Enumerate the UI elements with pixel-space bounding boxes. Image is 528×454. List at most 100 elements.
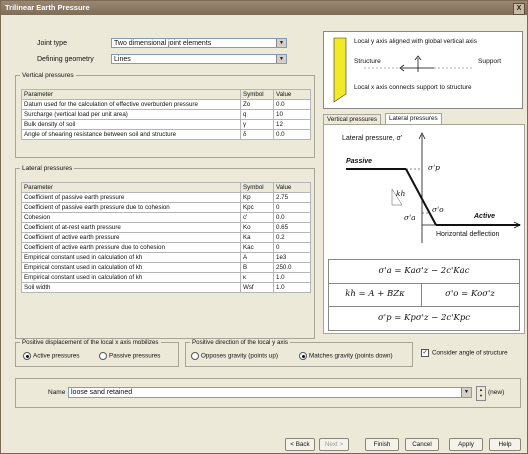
defining-geometry-label: Defining geometry [37, 56, 94, 63]
title-bar[interactable]: Trilinear Earth Pressure X [1, 1, 527, 15]
table-row[interactable]: Coefficient of at-rest earth pressure Ko 0… [21, 222, 311, 233]
value-cell[interactable]: 2.75 [273, 192, 311, 203]
radio-unselected-icon[interactable] [191, 352, 199, 360]
matches-gravity-label: Matches gravity (points down) [309, 352, 393, 360]
vertical-pressures-legend: Vertical pressures [22, 72, 74, 79]
axis-diagram: Local y axis aligned with global vertica… [323, 31, 523, 109]
param-cell: Soil width [21, 282, 241, 293]
param-cell: Empirical constant used in calculation o… [21, 262, 241, 273]
name-group: Name loose sand retained ▼ ▲ ▼ (new) [15, 378, 521, 408]
name-label: Name [48, 389, 66, 396]
symbol-cell: A [240, 252, 274, 263]
value-cell[interactable]: 1.0 [273, 282, 311, 293]
close-button[interactable]: X [513, 3, 525, 15]
back-button[interactable]: < Back [285, 438, 315, 451]
next-button[interactable]: Next > [319, 438, 349, 451]
value-cell[interactable]: 0.2 [273, 232, 311, 243]
symbol-cell: κ [240, 272, 274, 283]
defining-geometry-value: Lines [114, 56, 131, 63]
symbol-cell: c' [240, 212, 274, 223]
checkmark-icon[interactable]: ✓ [421, 349, 429, 357]
displacement-legend: Positive displacement of the local x axi… [22, 339, 159, 346]
param-cell: Angle of shearing resistance between soi… [21, 129, 241, 140]
radio-selected-icon[interactable] [23, 352, 31, 360]
help-button[interactable]: Help [489, 438, 521, 451]
joint-type-value: Two dimensional joint elements [114, 40, 212, 47]
chevron-down-icon[interactable]: ▼ [276, 55, 286, 63]
value-cell[interactable]: 0 [273, 242, 311, 253]
value-cell[interactable]: 0 [273, 202, 311, 213]
value-cell[interactable]: 0.65 [273, 222, 311, 233]
spin-down-icon[interactable]: ▼ [477, 393, 485, 399]
name-select[interactable]: loose sand retained ▼ [68, 387, 472, 398]
opposes-gravity-radio[interactable]: Opposes gravity (points up) [191, 352, 278, 360]
finish-button[interactable]: Finish [365, 438, 399, 451]
param-cell: Empirical constant used in calculation o… [21, 252, 241, 263]
table-row[interactable]: Bulk density of soil γ 12 [21, 119, 311, 130]
column-header: Symbol [240, 89, 274, 100]
sigma-o-label: σ'o [432, 205, 444, 214]
defining-geometry-select[interactable]: Lines ▼ [111, 54, 287, 64]
table-row[interactable]: Empirical constant used in calculation o… [21, 262, 311, 273]
value-cell[interactable]: 1e3 [273, 252, 311, 263]
joint-type-label: Joint type [37, 40, 67, 47]
table-row[interactable]: Coefficient of passive earth pressure du… [21, 202, 311, 213]
window-title: Trilinear Earth Pressure [5, 3, 90, 12]
table-row[interactable]: Datum used for the calculation of effect… [21, 99, 311, 110]
consider-angle-label: Consider angle of structure [432, 349, 508, 357]
table-row[interactable]: Coefficient of active earth pressure Ka 0.… [21, 232, 311, 243]
value-cell[interactable]: 0.0 [273, 129, 311, 140]
param-cell: Bulk density of soil [21, 119, 241, 130]
table-row[interactable]: Surcharge (vertical load per unit area) … [21, 109, 311, 120]
cancel-button[interactable]: Cancel [405, 438, 439, 451]
value-cell[interactable]: 10 [273, 109, 311, 120]
table-row[interactable]: Angle of shearing resistance between soi… [21, 129, 311, 140]
radio-selected-icon[interactable] [299, 352, 307, 360]
formula-sigma-a: σ'a = Kaσ'z − 2c'Kac [378, 266, 470, 276]
opposes-gravity-label: Opposes gravity (points up) [201, 352, 278, 360]
formula-sigma-o: σ'o = Koσ'z [445, 289, 495, 299]
param-cell: Cohesion [21, 212, 241, 223]
table-row[interactable]: Soil width Wsf 1.0 [21, 282, 311, 293]
symbol-cell: q [240, 109, 274, 120]
graph-y-axis-label: Lateral pressure, σ' [342, 135, 403, 142]
table-row[interactable]: Empirical constant used in calculation o… [21, 272, 311, 283]
table-row[interactable]: Coefficient of passive earth pressure Kp 2… [21, 192, 311, 203]
graph-x-axis-label: Horizontal deflection [436, 231, 500, 238]
value-cell[interactable]: 12 [273, 119, 311, 130]
apply-button[interactable]: Apply [449, 438, 483, 451]
lateral-pressures-table: Parameter Symbol Value Coefficient of pa… [21, 182, 311, 293]
value-cell[interactable]: 1.0 [273, 272, 311, 283]
param-cell: Coefficient of at-rest earth pressure [21, 222, 241, 233]
joint-type-select[interactable]: Two dimensional joint elements ▼ [111, 38, 287, 48]
value-cell[interactable]: 0.0 [273, 99, 311, 110]
radio-unselected-icon[interactable] [99, 352, 107, 360]
matches-gravity-radio[interactable]: Matches gravity (points down) [299, 352, 393, 360]
table-row[interactable]: Empirical constant used in calculation o… [21, 252, 311, 263]
symbol-cell: Kac [240, 242, 274, 253]
chevron-down-icon[interactable]: ▼ [276, 39, 286, 47]
symbol-cell: γ [240, 119, 274, 130]
active-label: Active [474, 213, 496, 220]
local-x-text: Local x axis connects support to structu… [354, 84, 472, 91]
passive-pressures-radio[interactable]: Passive pressures [99, 352, 160, 360]
sigma-a-label: σ'a [404, 213, 416, 222]
support-label: Support [478, 58, 502, 65]
kh-label: kh [396, 189, 406, 198]
formula-box: σ'a = Kaσ'z − 2c'Kac kh = A + BZκ σ'o = … [328, 259, 520, 331]
table-row[interactable]: Cohesion c' 0.0 [21, 212, 311, 223]
chevron-down-icon[interactable]: ▼ [461, 388, 471, 397]
param-cell: Coefficient of active earth pressure due… [21, 242, 241, 253]
formula-kh: kh = A + BZκ [345, 289, 405, 299]
symbol-cell: Zo [240, 99, 274, 110]
param-cell: Coefficient of active earth pressure [21, 232, 241, 243]
value-cell[interactable]: 0.0 [273, 212, 311, 223]
consider-angle-checkbox[interactable]: ✓ Consider angle of structure [421, 349, 508, 357]
table-row[interactable]: Coefficient of active earth pressure due… [21, 242, 311, 253]
param-cell: Empirical constant used in calculation o… [21, 272, 241, 283]
symbol-cell: Wsf [240, 282, 274, 293]
column-header: Value [273, 182, 311, 193]
value-cell[interactable]: 250.0 [273, 262, 311, 273]
name-spin-button[interactable]: ▲ ▼ [476, 386, 486, 401]
active-pressures-radio[interactable]: Active pressures [23, 352, 80, 360]
